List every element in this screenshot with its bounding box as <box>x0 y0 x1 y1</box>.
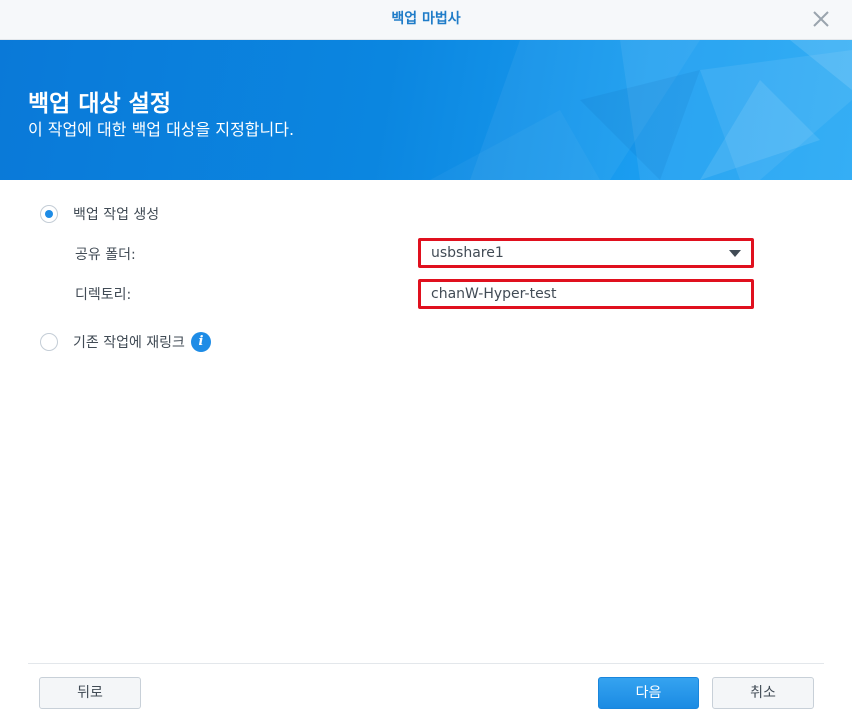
shared-folder-value: usbshare1 <box>431 245 504 261</box>
directory-label: 디렉토리: <box>75 287 132 303</box>
backup-wizard-dialog: 백업 마법사 백업 대상 설정 이 작업에 대한 백업 대상을 지정합니다. 백… <box>0 0 852 722</box>
chevron-down-icon[interactable] <box>729 250 741 257</box>
banner-heading: 백업 대상 설정 <box>28 91 171 117</box>
create-task-radio[interactable] <box>40 205 58 223</box>
shared-folder-select[interactable]: usbshare1 <box>418 238 754 268</box>
banner-subheading: 이 작업에 대한 백업 대상을 지정합니다. <box>28 120 295 139</box>
info-icon[interactable]: i <box>190 332 211 352</box>
cancel-button[interactable]: 취소 <box>712 677 814 709</box>
back-button[interactable]: 뒤로 <box>39 677 141 709</box>
close-icon[interactable] <box>810 8 832 30</box>
dialog-title: 백업 마법사 <box>391 11 461 27</box>
next-button[interactable]: 다음 <box>598 677 699 709</box>
relink-task-radio[interactable] <box>40 333 58 351</box>
footer-divider <box>28 663 824 664</box>
relink-task-option[interactable]: 기존 작업에 재링크 i <box>40 332 211 352</box>
create-task-option[interactable]: 백업 작업 생성 <box>40 204 159 224</box>
directory-value: chanW-Hyper-test <box>431 286 557 302</box>
relink-task-label: 기존 작업에 재링크 <box>73 335 185 351</box>
title-bar: 백업 마법사 <box>0 0 852 40</box>
create-task-label: 백업 작업 생성 <box>73 207 160 223</box>
shared-folder-label: 공유 폴더: <box>75 247 136 263</box>
header-banner: 백업 대상 설정 이 작업에 대한 백업 대상을 지정합니다. <box>0 40 852 180</box>
directory-input[interactable]: chanW-Hyper-test <box>418 279 754 309</box>
